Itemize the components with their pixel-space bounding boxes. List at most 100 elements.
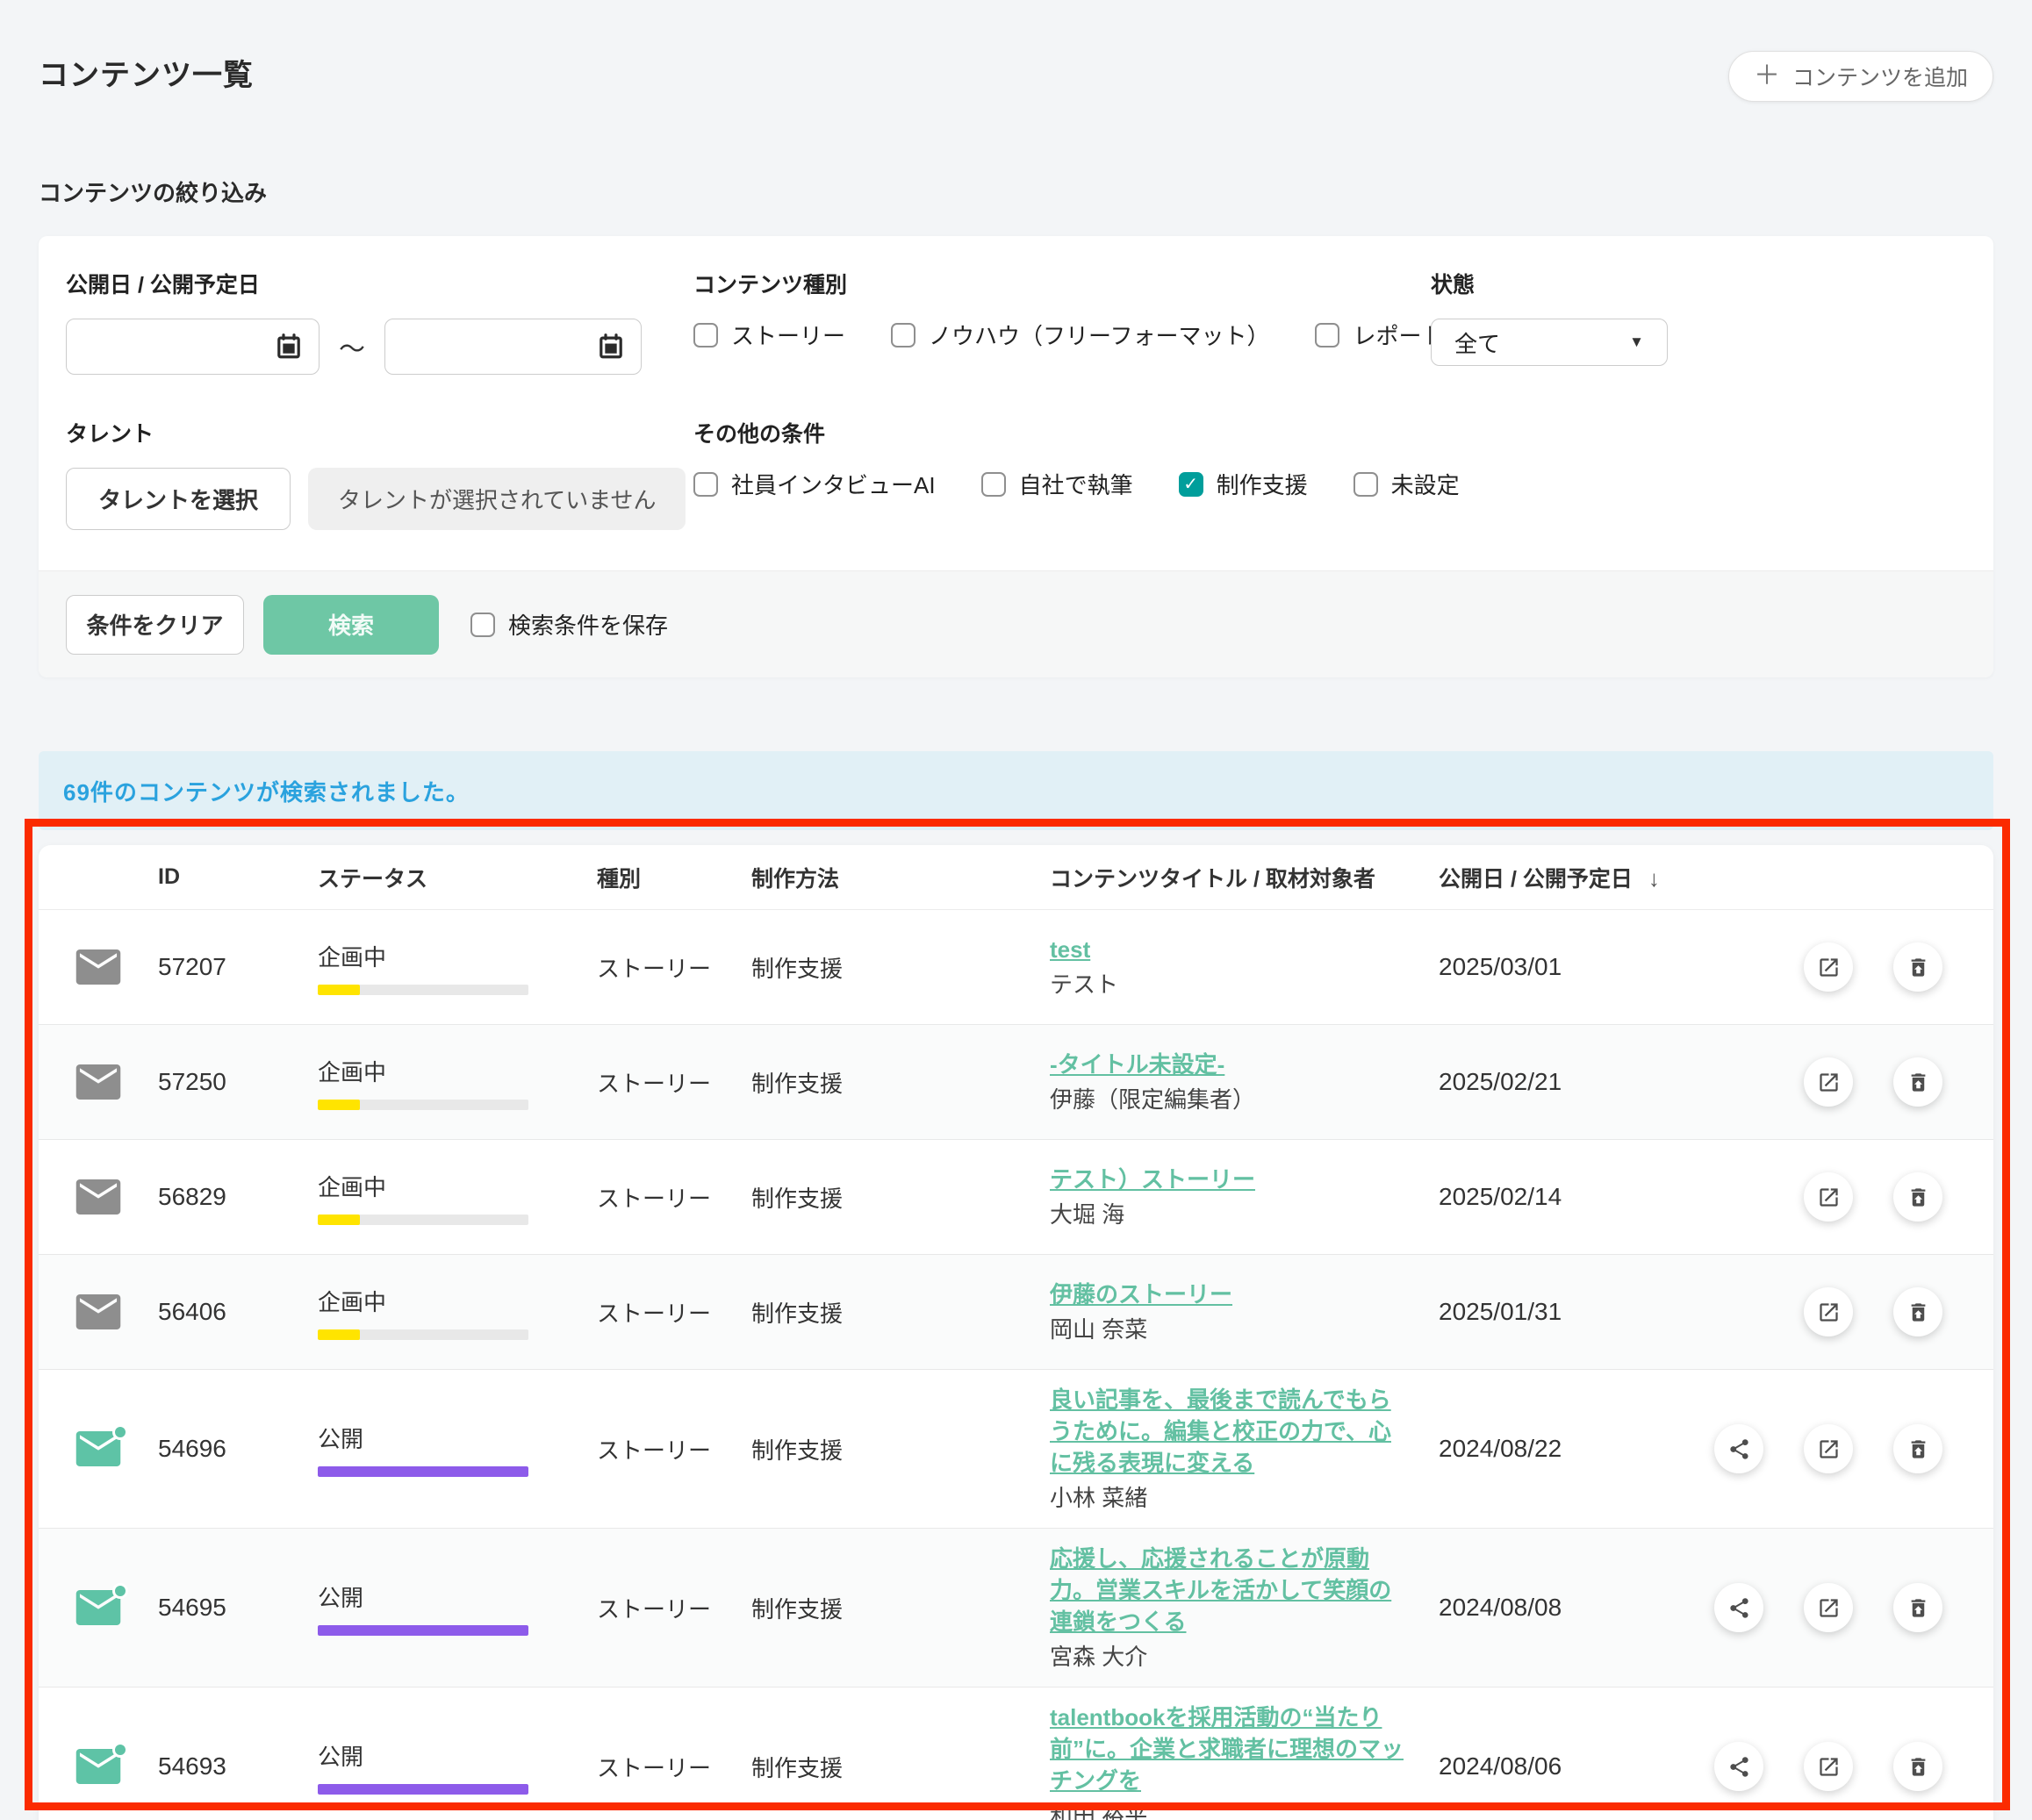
date-from-input[interactable] xyxy=(39,319,275,374)
mail-icon[interactable] xyxy=(75,1064,121,1100)
content-title-link[interactable]: 応援し、応援されることが原動力。営業スキルを活かして笑顔の連鎖をつくる xyxy=(1050,1545,1391,1635)
mail-icon[interactable] xyxy=(75,1749,121,1784)
table-header-row: ID ステータス 種別 制作方法 コンテンツタイトル / 取材対象者 公開日 /… xyxy=(39,845,1993,910)
open-in-new-button[interactable] xyxy=(1804,1742,1853,1791)
open-in-new-button[interactable] xyxy=(1804,1172,1853,1222)
delete-button[interactable] xyxy=(1893,1583,1942,1632)
status-cell: 企画中 xyxy=(318,1170,597,1225)
row-id: 57250 xyxy=(158,1068,318,1096)
delete-button[interactable] xyxy=(1893,942,1942,992)
status-cell: 企画中 xyxy=(318,1055,597,1110)
checkbox-production-support[interactable]: ✓ 制作支援 xyxy=(1179,468,1308,500)
delete-button[interactable] xyxy=(1893,1424,1942,1473)
open-in-new-button[interactable] xyxy=(1804,1057,1853,1107)
content-title-link[interactable]: -タイトル未設定- xyxy=(1050,1051,1224,1078)
delete-button[interactable] xyxy=(1893,1742,1942,1791)
checkbox-inhouse-writing[interactable]: ✓ 自社で執筆 xyxy=(981,468,1133,500)
mail-icon[interactable] xyxy=(75,1294,121,1329)
date-from-field[interactable] xyxy=(66,319,320,375)
mail-icon[interactable] xyxy=(75,1590,121,1625)
status-progress-bar xyxy=(318,985,528,995)
interview-subject: テスト xyxy=(1050,969,1407,1000)
date-to-input[interactable] xyxy=(285,319,597,374)
trash-icon xyxy=(1906,1755,1930,1779)
trash-icon xyxy=(1906,1301,1930,1324)
calendar-icon[interactable] xyxy=(597,333,625,361)
checkbox-icon: ✓ xyxy=(470,613,495,637)
status-progress-bar xyxy=(318,1100,528,1110)
checkbox-icon: ✓ xyxy=(1353,472,1378,497)
content-title-link[interactable]: 伊藤のストーリー xyxy=(1050,1281,1232,1308)
status-select[interactable]: 全て ▼ xyxy=(1431,319,1668,366)
open-in-new-button[interactable] xyxy=(1804,1583,1853,1632)
publish-date: 2025/02/21 xyxy=(1439,1068,1684,1096)
interview-subject: 岡山 奈菜 xyxy=(1050,1314,1407,1345)
checkbox-report[interactable]: ✓ レポート xyxy=(1315,319,1444,351)
add-content-button[interactable]: ＋ コンテンツを追加 xyxy=(1728,51,1993,102)
row-actions xyxy=(1684,1172,1993,1222)
table-row: 56406 企画中 ストーリー 制作支援 伊藤のストーリー 岡山 奈菜 2025… xyxy=(39,1255,1993,1370)
sort-descending-icon[interactable]: ↓ xyxy=(1648,865,1660,892)
talent-filter-group: タレント タレントを選択 タレントが選択されていません xyxy=(66,417,693,530)
share-button[interactable] xyxy=(1714,1424,1763,1473)
filter-panel: 公開日 / 公開予定日 ～ xyxy=(39,236,1993,677)
open-in-new-icon xyxy=(1817,956,1841,979)
production-method: 制作支援 xyxy=(751,1433,1050,1465)
header-id: ID xyxy=(158,864,318,890)
status-cell: 企画中 xyxy=(318,940,597,995)
checkbox-knowhow[interactable]: ✓ ノウハウ（フリーフォーマット） xyxy=(891,319,1269,351)
table-row: 54695 公開 ストーリー 制作支援 応援し、応援されることが原動力。営業スキ… xyxy=(39,1529,1993,1687)
search-button[interactable]: 検索 xyxy=(263,595,439,655)
share-button[interactable] xyxy=(1714,1583,1763,1632)
production-method: 制作支援 xyxy=(751,1296,1050,1329)
clear-conditions-button[interactable]: 条件をクリア xyxy=(66,595,244,655)
status-filter-label: 状態 xyxy=(1431,268,1967,299)
talent-select-button[interactable]: タレントを選択 xyxy=(66,468,291,530)
save-search-condition-checkbox[interactable]: ✓ 検索条件を保存 xyxy=(470,608,668,641)
mail-icon[interactable] xyxy=(75,1431,121,1466)
trash-icon xyxy=(1906,956,1930,979)
filter-row-2: タレント タレントを選択 タレントが選択されていません その他の条件 ✓ 社員イ… xyxy=(66,417,1967,530)
status-label: 企画中 xyxy=(318,1170,597,1202)
share-button[interactable] xyxy=(1714,1742,1763,1791)
content-type: ストーリー xyxy=(597,1592,751,1624)
filter-row-1: 公開日 / 公開予定日 ～ xyxy=(66,268,1967,375)
delete-button[interactable] xyxy=(1893,1057,1942,1107)
open-in-new-icon xyxy=(1817,1437,1841,1461)
content-title-link[interactable]: talentbookを採用活動の“当たり前”に。企業と求職者に理想のマッチングを xyxy=(1050,1704,1404,1794)
production-method: 制作支援 xyxy=(751,1751,1050,1783)
status-label: 公開 xyxy=(318,1422,597,1454)
title-cell: テスト）ストーリー 大堀 海 xyxy=(1050,1164,1439,1230)
content-title-link[interactable]: test xyxy=(1050,936,1090,963)
row-id: 56406 xyxy=(158,1298,318,1326)
open-in-new-button[interactable] xyxy=(1804,942,1853,992)
title-cell: 伊藤のストーリー 岡山 奈菜 xyxy=(1050,1279,1439,1345)
row-actions xyxy=(1684,942,1993,992)
checkbox-unset[interactable]: ✓ 未設定 xyxy=(1353,468,1460,500)
status-progress-fill xyxy=(318,985,360,995)
open-in-new-button[interactable] xyxy=(1804,1287,1853,1336)
checkbox-story[interactable]: ✓ ストーリー xyxy=(693,319,845,351)
checkbox-employee-interview-ai[interactable]: ✓ 社員インタビューAI xyxy=(693,468,936,500)
status-cell: 公開 xyxy=(318,1580,597,1636)
row-actions xyxy=(1684,1424,1993,1473)
date-to-field[interactable] xyxy=(384,319,642,375)
date-filter-label: 公開日 / 公開予定日 xyxy=(66,268,693,299)
status-progress-bar xyxy=(318,1466,528,1477)
delete-button[interactable] xyxy=(1893,1172,1942,1222)
title-cell: talentbookを採用活動の“当たり前”に。企業と求職者に理想のマッチングを… xyxy=(1050,1702,1439,1820)
plus-icon: ＋ xyxy=(1754,63,1780,90)
header-publish-date[interactable]: 公開日 / 公開予定日↓ xyxy=(1439,862,1684,893)
open-in-new-icon xyxy=(1817,1186,1841,1209)
content-title-link[interactable]: 良い記事を、最後まで読んでもらうために。編集と校正の力で、心に残る表現に変える xyxy=(1050,1386,1391,1476)
header-method: 制作方法 xyxy=(751,862,1050,893)
open-in-new-icon xyxy=(1817,1301,1841,1324)
content-title-link[interactable]: テスト）ストーリー xyxy=(1050,1166,1255,1193)
delete-button[interactable] xyxy=(1893,1287,1942,1336)
open-in-new-icon xyxy=(1817,1755,1841,1779)
mail-icon[interactable] xyxy=(75,1179,121,1215)
status-progress-fill xyxy=(318,1625,528,1636)
mail-icon[interactable] xyxy=(75,949,121,985)
open-in-new-button[interactable] xyxy=(1804,1424,1853,1473)
status-progress-fill xyxy=(318,1466,528,1477)
